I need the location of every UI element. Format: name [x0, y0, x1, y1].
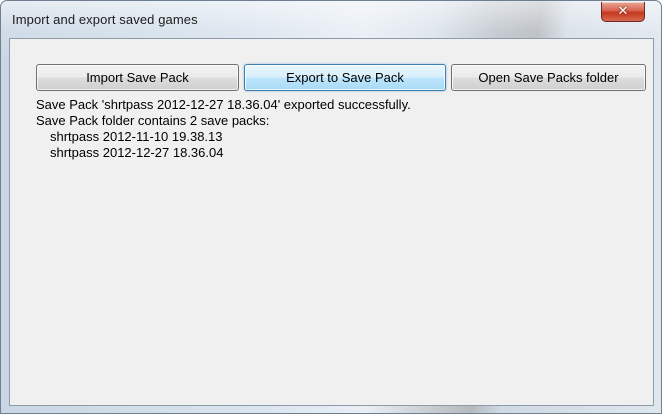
window-title: Import and export saved games — [12, 12, 198, 27]
output-log: Save Pack 'shrtpass 2012-12-27 18.36.04'… — [36, 97, 636, 161]
export-status-text: Save Pack 'shrtpass 2012-12-27 18.36.04'… — [36, 97, 411, 112]
folder-summary-text: Save Pack folder contains 2 save packs: — [36, 113, 270, 128]
close-button[interactable]: ✕ — [601, 2, 645, 22]
import-save-pack-button[interactable]: Import Save Pack — [36, 64, 239, 91]
dialog-window: Import and export saved games ✕ Import S… — [0, 0, 662, 414]
export-to-save-pack-button[interactable]: Export to Save Pack — [244, 64, 446, 91]
list-item: shrtpass 2012-12-27 18.36.04 — [50, 145, 224, 160]
list-item: shrtpass 2012-11-10 19.38.13 — [50, 129, 223, 144]
title-bar[interactable]: Import and export saved games ✕ — [1, 1, 661, 38]
dialog-client-area: Import Save Pack Export to Save Pack Ope… — [9, 38, 654, 406]
close-icon: ✕ — [617, 4, 629, 19]
open-save-packs-folder-button[interactable]: Open Save Packs folder — [451, 64, 646, 91]
